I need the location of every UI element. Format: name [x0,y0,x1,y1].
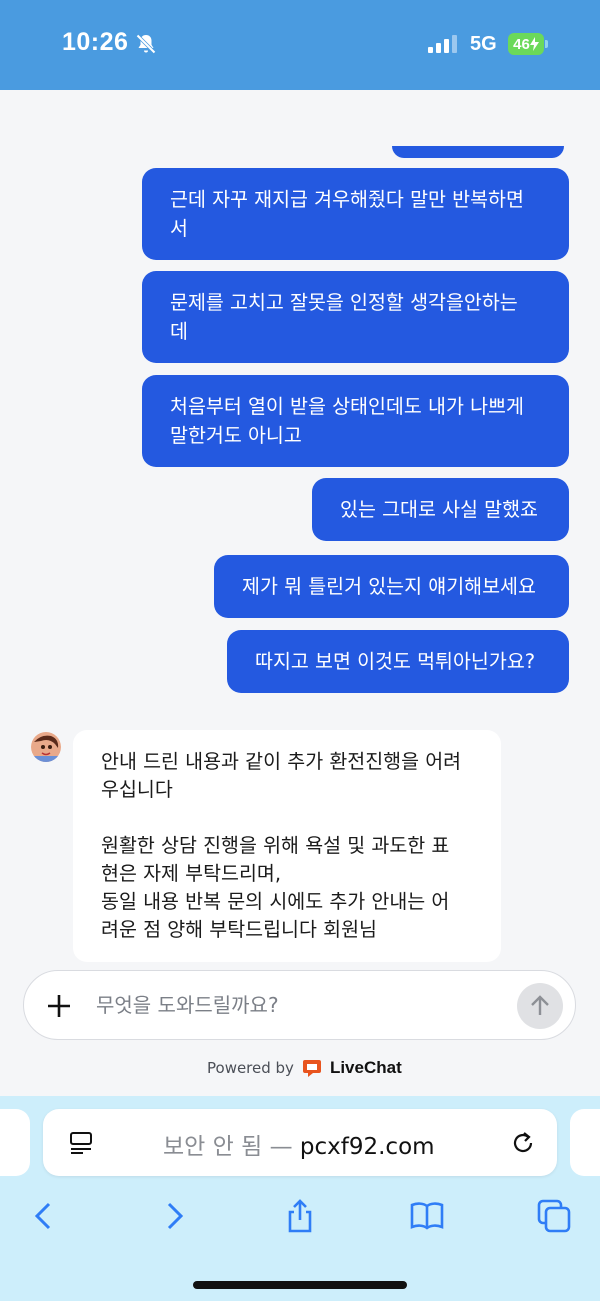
plus-icon[interactable] [46,993,72,1019]
charging-bolt-icon [529,37,539,51]
message-composer [23,970,576,1040]
reader-icon[interactable] [69,1131,95,1155]
back-icon[interactable] [26,1198,62,1234]
home-indicator[interactable] [193,1281,407,1289]
address-bar[interactable]: 보안 안 됨 — pcxf92.com [43,1109,557,1176]
battery-tip [545,40,548,48]
powered-by-label: Powered by [207,1059,294,1077]
signal-icon [428,35,457,53]
user-message: 처음부터 열이 받을 상태인데도 내가 나쁘게 말한거도 아니고 [142,375,569,467]
chat-thread[interactable]: 근데 자꾸 재지급 겨우해줬다 말만 반복하면 서 문제를 고치고 잘못을 인정… [0,90,600,1096]
network-type: 5G [470,33,497,55]
next-tab-card[interactable] [570,1109,600,1176]
livechat-brand: LiveChat [329,1058,402,1077]
previous-message-bubble [392,146,564,158]
livechat-logo-icon [302,1060,321,1077]
user-message: 근데 자꾸 재지급 겨우해줬다 말만 반복하면 서 [142,168,569,260]
battery-level: 46 [513,35,530,53]
powered-by[interactable]: Powered by LiveChat [207,1058,402,1078]
send-button[interactable] [517,983,563,1029]
tabs-icon[interactable] [536,1198,572,1234]
status-bar: 10:26 5G 46 [0,0,600,90]
forward-icon[interactable] [156,1198,192,1234]
browser-chrome: 보안 안 됨 — pcxf92.com [0,1096,600,1301]
url-domain: pcxf92.com [299,1134,435,1160]
agent-message: 안내 드린 내용과 같이 추가 환전진행을 어려 우십니다 원활한 상담 진행을… [73,730,501,962]
reload-icon[interactable] [509,1129,537,1157]
url-text[interactable]: 보안 안 됨 — pcxf92.com [163,1127,435,1161]
user-message: 따지고 보면 이것도 먹튀아닌가요? [227,630,569,693]
agent-message-paragraph: 안내 드린 내용과 같이 추가 환전진행을 어려 우십니다 [101,750,462,801]
agent-message-paragraph: 원활한 상담 진행을 위해 욕설 및 과도한 표 현은 자제 부탁드리며, 동일… [101,834,450,941]
user-message: 제가 뭐 틀린거 있는지 얘기해보세요 [214,555,569,618]
share-icon[interactable] [282,1198,318,1234]
battery-indicator: 46 [508,33,544,55]
user-message: 문제를 고치고 잘못을 인정할 생각을안하는 데 [142,271,569,363]
user-message: 있는 그대로 사실 말했죠 [312,478,569,541]
previous-tab-card[interactable] [0,1109,30,1176]
security-warning: 보안 안 됨 — [163,1134,293,1160]
bell-slash-icon [136,34,156,54]
bookmarks-icon[interactable] [409,1198,445,1234]
agent-avatar [31,732,61,762]
message-input[interactable] [96,989,496,1021]
arrow-up-icon [531,995,549,1015]
status-time: 10:26 [62,28,129,56]
